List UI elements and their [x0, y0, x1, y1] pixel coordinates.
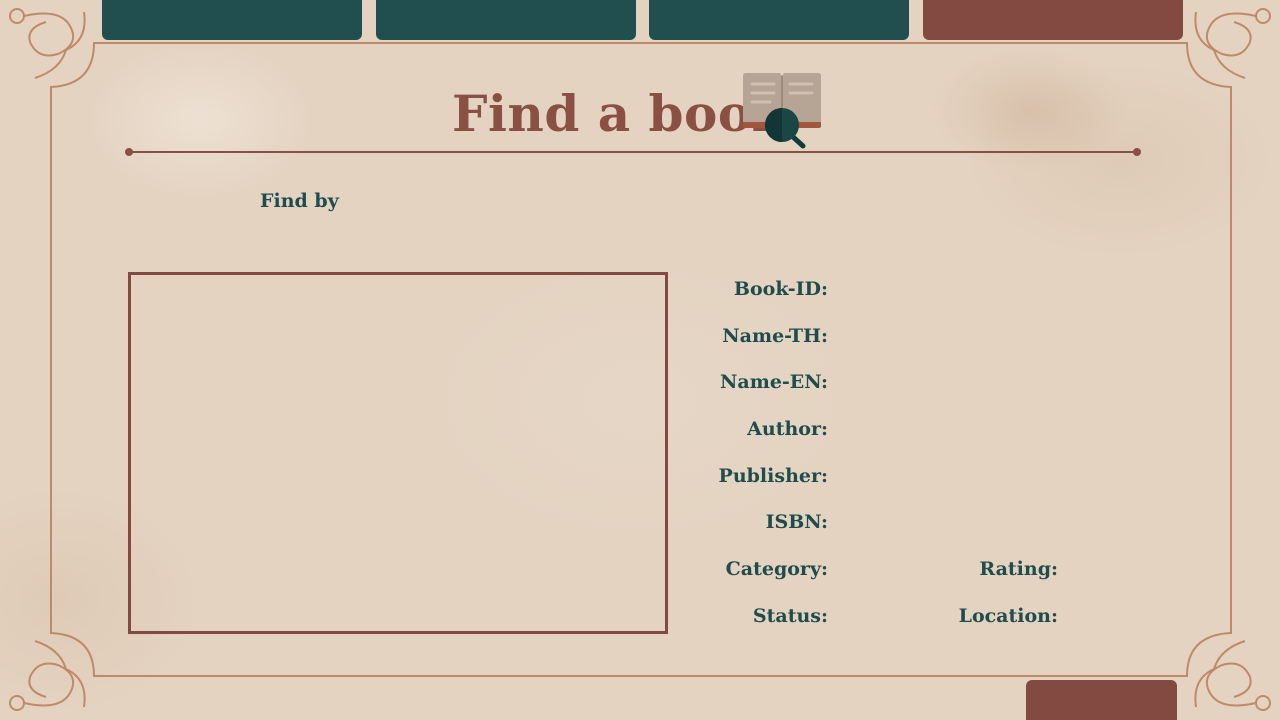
author-label: Author:	[747, 418, 828, 440]
bottom-action-button[interactable]	[1026, 680, 1177, 720]
location-label: Location:	[958, 605, 1058, 627]
nav-tab-4[interactable]	[923, 0, 1183, 40]
page-title: Find a book	[452, 84, 787, 143]
title-divider	[125, 148, 1141, 156]
status-label: Status:	[752, 605, 828, 627]
rating-label: Rating:	[979, 558, 1058, 580]
nav-tab-1[interactable]	[102, 0, 362, 40]
name-th-label: Name-TH:	[722, 325, 828, 347]
nav-tab-2[interactable]	[376, 0, 636, 40]
corner-ornament-br	[1194, 640, 1271, 711]
corner-ornament-tl	[9, 8, 86, 79]
find-by-label: Find by	[260, 190, 339, 212]
publisher-label: Publisher:	[718, 465, 828, 487]
book-cover-box	[128, 272, 668, 634]
corner-ornament-tr	[1194, 8, 1271, 79]
book-search-icon	[743, 73, 821, 149]
book-id-label: Book-ID:	[733, 278, 828, 300]
name-en-label: Name-EN:	[720, 371, 828, 393]
category-label: Category:	[725, 558, 828, 580]
isbn-label: ISBN:	[765, 511, 828, 533]
nav-tab-3[interactable]	[649, 0, 909, 40]
corner-ornament-bl	[9, 640, 86, 711]
